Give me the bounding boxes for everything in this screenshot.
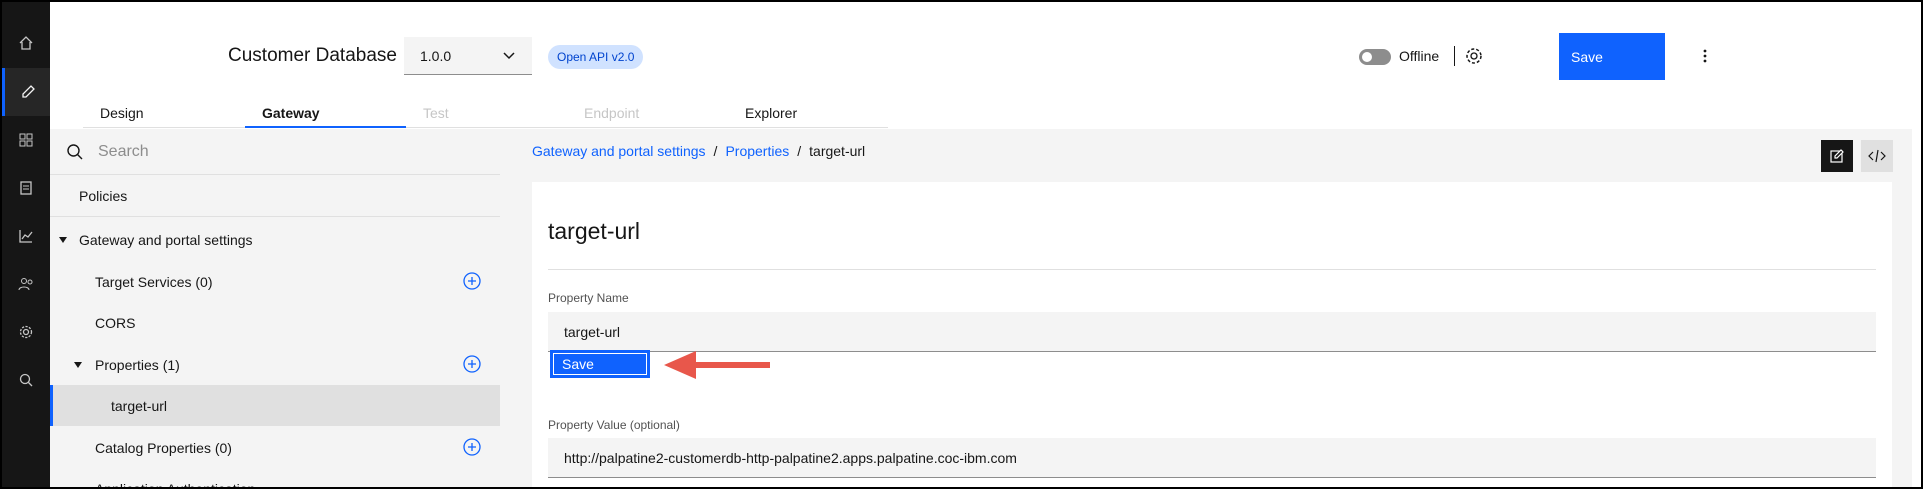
edit-icon — [1830, 149, 1844, 163]
home-icon — [19, 36, 33, 50]
breadcrumb-separator: / — [797, 143, 802, 159]
property-editor-card: target-url Property Name Save Property V… — [532, 182, 1892, 487]
breadcrumb: Gateway and portal settings / Properties… — [532, 143, 865, 159]
sidebar: Policies Gateway and portal settings Tar… — [50, 129, 500, 489]
sidebar-item-label: Application Authentication — [95, 480, 256, 489]
edit-icon — [21, 85, 35, 98]
search-row — [50, 129, 500, 175]
divider — [548, 269, 1876, 270]
analytics-icon — [19, 230, 33, 243]
sidebar-item-policies[interactable]: Policies — [50, 176, 500, 217]
rail-settings[interactable] — [2, 308, 50, 356]
breadcrumb-current: target-url — [809, 143, 866, 159]
sidebar-item-label: target-url — [111, 397, 168, 414]
document-icon — [20, 181, 32, 195]
caret-down-icon — [59, 237, 67, 243]
tab-gateway[interactable]: Gateway — [245, 98, 406, 128]
rail-documents[interactable] — [2, 164, 50, 212]
annotation-arrow — [664, 351, 770, 379]
sidebar-item-application-authentication[interactable]: Application Authentication — [50, 468, 500, 489]
add-circle-icon[interactable] — [463, 438, 481, 456]
users-icon — [18, 278, 33, 291]
version-value: 1.0.0 — [420, 47, 452, 64]
caret-down-icon — [74, 362, 82, 368]
rail-analytics[interactable] — [2, 212, 50, 260]
overflow-menu-icon[interactable] — [1697, 46, 1713, 66]
rail-search[interactable] — [2, 356, 50, 404]
version-select[interactable]: 1.0.0 — [404, 37, 532, 75]
add-circle-icon[interactable] — [463, 355, 481, 373]
chevron-down-icon — [503, 52, 515, 60]
sidebar-item-label: Gateway and portal settings — [79, 231, 253, 248]
property-name-label: Property Name — [548, 291, 629, 305]
sidebar-item-properties[interactable]: Properties (1) — [50, 344, 500, 385]
search-icon — [19, 373, 33, 387]
api-version-badge: Open API v2.0 — [548, 45, 644, 69]
tab-endpoint: Endpoint — [567, 98, 728, 128]
rail-home[interactable] — [2, 19, 50, 67]
api-title: Customer Database — [228, 45, 397, 66]
sidebar-item-label: Policies — [79, 188, 128, 204]
search-input[interactable] — [98, 137, 478, 167]
property-name-input[interactable] — [548, 312, 1876, 352]
tab-design[interactable]: Design — [83, 98, 245, 128]
save-button[interactable]: Save — [1559, 33, 1665, 80]
sidebar-item-label: CORS — [95, 314, 136, 331]
rail-edit[interactable] — [2, 68, 50, 116]
sidebar-item-gateway-settings[interactable]: Gateway and portal settings — [50, 219, 500, 260]
code-icon — [1868, 149, 1886, 163]
breadcrumb-properties[interactable]: Properties — [725, 143, 789, 159]
property-title: target-url — [548, 218, 641, 244]
sidebar-item-target-services[interactable]: Target Services (0) — [50, 261, 500, 302]
add-circle-icon[interactable] — [463, 272, 481, 290]
sidebar-item-cors[interactable]: CORS — [50, 302, 500, 343]
sidebar-item-target-url[interactable]: target-url — [50, 385, 500, 426]
rail-apps[interactable] — [2, 116, 50, 164]
inline-save-button[interactable]: Save — [550, 350, 650, 378]
sidebar-item-label: Properties (1) — [95, 356, 180, 373]
sidebar-item-catalog-properties[interactable]: Catalog Properties (0) — [50, 427, 500, 468]
offline-toggle[interactable] — [1359, 49, 1391, 65]
header-divider — [1454, 46, 1455, 66]
search-icon — [67, 144, 83, 160]
main-panel: Gateway and portal settings / Properties… — [500, 129, 1912, 487]
property-value-input[interactable] — [548, 438, 1876, 478]
sidebar-item-label: Target Services (0) — [95, 273, 213, 290]
left-rail — [2, 2, 50, 487]
tab-explorer[interactable]: Explorer — [728, 98, 888, 128]
gear-icon[interactable] — [1464, 46, 1484, 66]
settings-icon — [19, 325, 33, 339]
sidebar-item-label: Catalog Properties (0) — [95, 439, 232, 456]
breadcrumb-gateway-settings[interactable]: Gateway and portal settings — [532, 143, 706, 159]
offline-label: Offline — [1399, 48, 1440, 64]
app-window: Customer Database 1.0.0 Open API v2.0 Of… — [0, 0, 1923, 489]
tab-test: Test — [406, 98, 567, 128]
rail-users[interactable] — [2, 260, 50, 308]
form-view-button[interactable] — [1821, 140, 1853, 172]
breadcrumb-separator: / — [713, 143, 718, 159]
apps-icon — [19, 133, 33, 147]
property-value-label: Property Value (optional) — [548, 418, 680, 432]
source-view-button[interactable] — [1861, 140, 1893, 172]
